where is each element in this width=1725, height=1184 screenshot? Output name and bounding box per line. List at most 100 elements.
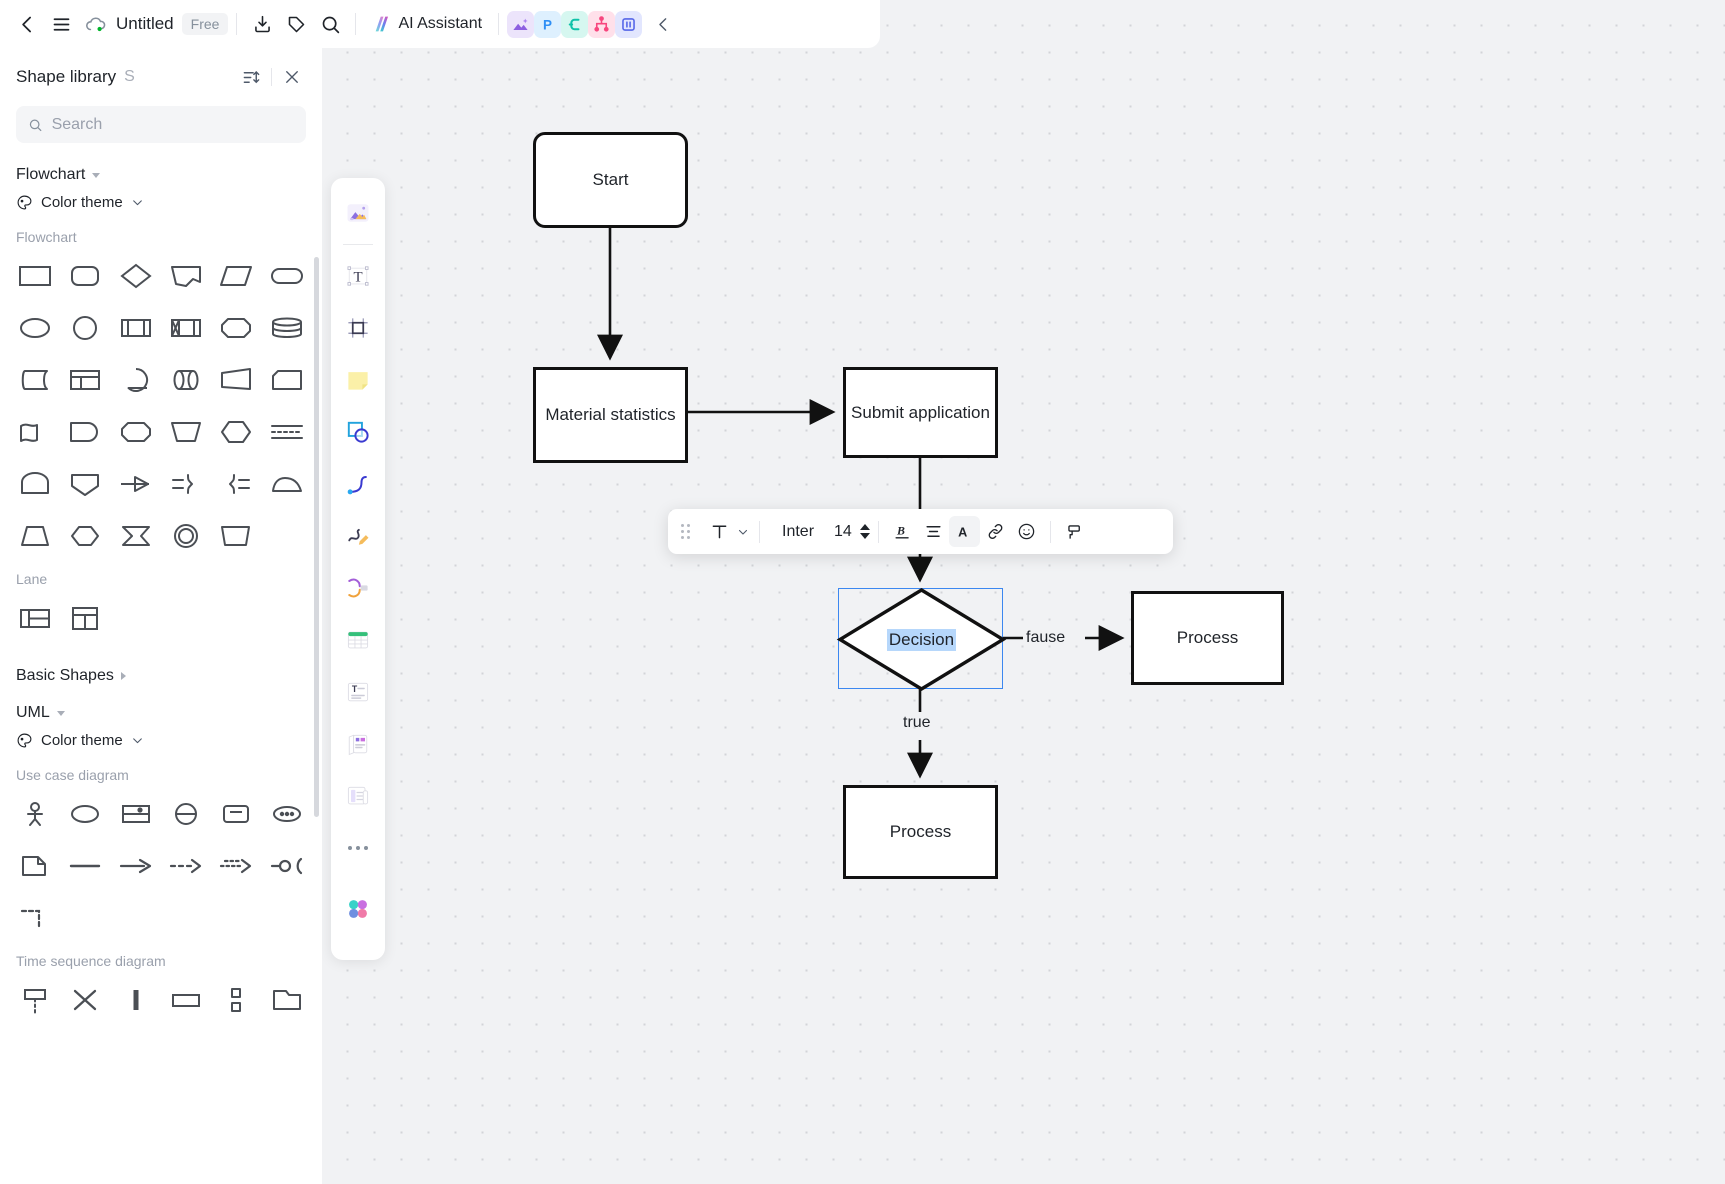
- text-style-icon[interactable]: [704, 516, 735, 547]
- shape-destroy-x[interactable]: [60, 975, 110, 1025]
- shape-wave-document[interactable]: [10, 407, 60, 457]
- sticky-note-tool-icon[interactable]: [337, 359, 379, 401]
- image-tool-icon[interactable]: [337, 192, 379, 234]
- panel-scrollbar[interactable]: [314, 257, 319, 817]
- align-center-icon[interactable]: [918, 516, 949, 547]
- connector-tool-icon[interactable]: [337, 463, 379, 505]
- flow-node-start[interactable]: Start: [533, 132, 688, 228]
- search-icon[interactable]: [313, 7, 347, 41]
- shape-cloud-flat[interactable]: [262, 459, 312, 509]
- shape-dashed-lines[interactable]: [262, 407, 312, 457]
- flow-node-process-bottom[interactable]: Process: [843, 785, 998, 879]
- chevron-down-icon[interactable]: [56, 710, 65, 716]
- sort-list-icon[interactable]: [237, 63, 265, 91]
- shape-stored-data[interactable]: [10, 355, 60, 405]
- top-toolbar[interactable]: Untitled Free AI Assistant P: [0, 0, 880, 48]
- shape-rounded-rectangle[interactable]: [60, 251, 110, 301]
- chevron-left-collapse-icon[interactable]: [646, 7, 680, 41]
- template-tool-icon[interactable]: [337, 723, 379, 765]
- export-download-icon[interactable]: [245, 7, 279, 41]
- emoji-icon[interactable]: [1011, 516, 1042, 547]
- font-size-stepper[interactable]: [859, 524, 870, 539]
- shape-bump-top[interactable]: [10, 459, 60, 509]
- link-icon[interactable]: [980, 516, 1011, 547]
- text-format-toolbar[interactable]: Inter 14 B A: [668, 509, 1173, 554]
- shape-predefined-process[interactable]: [111, 303, 161, 353]
- chevron-down-icon[interactable]: [735, 516, 751, 547]
- stepper-up-icon[interactable]: [859, 524, 870, 530]
- shape-tool-icon[interactable]: [337, 411, 379, 453]
- chevron-down-icon[interactable]: [92, 172, 101, 178]
- shape-dotted-arrow[interactable]: [211, 841, 261, 891]
- shape-solid-arrow[interactable]: [111, 841, 161, 891]
- bold-italic-icon[interactable]: B: [887, 516, 918, 547]
- board-app-icon[interactable]: [615, 10, 643, 38]
- flow-node-decision[interactable]: Decision: [836, 588, 1007, 691]
- flow-node-process-right[interactable]: Process: [1131, 591, 1284, 685]
- shape-skew-parallelogram[interactable]: [211, 511, 261, 561]
- shape-octagon[interactable]: [211, 303, 261, 353]
- shape-lifeline[interactable]: [10, 975, 60, 1025]
- drag-grip-icon[interactable]: [674, 517, 696, 547]
- vertical-tool-dock[interactable]: T T: [331, 178, 385, 960]
- shape-trapezoid-right[interactable]: [211, 355, 261, 405]
- shape-ball-socket[interactable]: [262, 841, 312, 891]
- shape-library-panel[interactable]: Shape library S Search Flowchart Color t…: [0, 48, 322, 1184]
- shape-window-card[interactable]: [60, 355, 110, 405]
- hamburger-menu-icon[interactable]: [44, 7, 78, 41]
- edge-label-fause[interactable]: fause: [1026, 629, 1065, 647]
- chevron-down-icon[interactable]: [131, 734, 144, 747]
- category-basic-shapes[interactable]: Basic Shapes: [0, 643, 322, 690]
- stepper-down-icon[interactable]: [859, 533, 870, 539]
- font-size-input[interactable]: 14: [828, 523, 858, 541]
- highlighter-tool-icon[interactable]: [337, 567, 379, 609]
- shape-shield-pentagon[interactable]: [60, 459, 110, 509]
- shape-merge-brace-right[interactable]: [161, 459, 211, 509]
- shape-vertical-lane[interactable]: [60, 593, 110, 643]
- shape-grid-lane[interactable]: [0, 593, 322, 643]
- shape-use-case-ellipse[interactable]: [60, 789, 110, 839]
- close-icon[interactable]: [278, 63, 306, 91]
- shape-direct-access-storage[interactable]: [161, 355, 211, 405]
- shape-diamond[interactable]: [111, 251, 161, 301]
- shape-arrow-flag[interactable]: [111, 459, 161, 509]
- tag-icon[interactable]: [279, 7, 313, 41]
- shape-hexagon-plain[interactable]: [60, 511, 110, 561]
- more-tools-icon[interactable]: [337, 827, 379, 869]
- flowchart-app-icon[interactable]: [588, 10, 616, 38]
- shape-internal-storage[interactable]: [161, 303, 211, 353]
- presentation-app-icon[interactable]: P: [534, 10, 562, 38]
- color-theme-uml[interactable]: Color theme: [0, 727, 322, 757]
- shape-donut-circle[interactable]: [161, 511, 211, 561]
- shape-note-ellipsis[interactable]: [262, 789, 312, 839]
- card-tool-icon[interactable]: [337, 775, 379, 817]
- font-color-icon[interactable]: A: [948, 516, 980, 547]
- chevron-left-icon[interactable]: [10, 7, 44, 41]
- shape-merge-brace-left[interactable]: [211, 459, 261, 509]
- text-block-tool-icon[interactable]: T: [337, 671, 379, 713]
- shape-activation-bar[interactable]: [111, 975, 161, 1025]
- shape-dashed-arrow[interactable]: [161, 841, 211, 891]
- shape-hexagon[interactable]: [211, 407, 261, 457]
- shape-delay[interactable]: [60, 407, 110, 457]
- document-title[interactable]: Untitled: [116, 14, 174, 34]
- search-input[interactable]: [51, 115, 294, 134]
- shape-stadium[interactable]: [262, 251, 312, 301]
- pen-tool-icon[interactable]: [337, 515, 379, 557]
- shape-library-body[interactable]: Flowchart Color theme Flowchart Lane Bas…: [0, 157, 322, 1184]
- shape-display-round[interactable]: [111, 355, 161, 405]
- mindmap-app-icon[interactable]: [561, 10, 589, 38]
- color-theme-flowchart[interactable]: Color theme: [0, 189, 322, 219]
- shape-search-box[interactable]: [16, 106, 306, 143]
- shape-sum-junction-flag[interactable]: [111, 511, 161, 561]
- chevron-right-icon[interactable]: [120, 672, 126, 680]
- shape-message-rect[interactable]: [161, 975, 211, 1025]
- category-flowchart[interactable]: Flowchart: [0, 157, 322, 189]
- shape-grid-flowchart[interactable]: [0, 251, 322, 561]
- decision-label-editor[interactable]: Decision: [839, 589, 1004, 690]
- chevron-down-icon[interactable]: [131, 196, 144, 209]
- shape-manual-operation[interactable]: [161, 407, 211, 457]
- shape-control-circle[interactable]: [161, 789, 211, 839]
- shape-dashed-corner[interactable]: [10, 893, 60, 943]
- edge-label-true[interactable]: true: [903, 714, 931, 732]
